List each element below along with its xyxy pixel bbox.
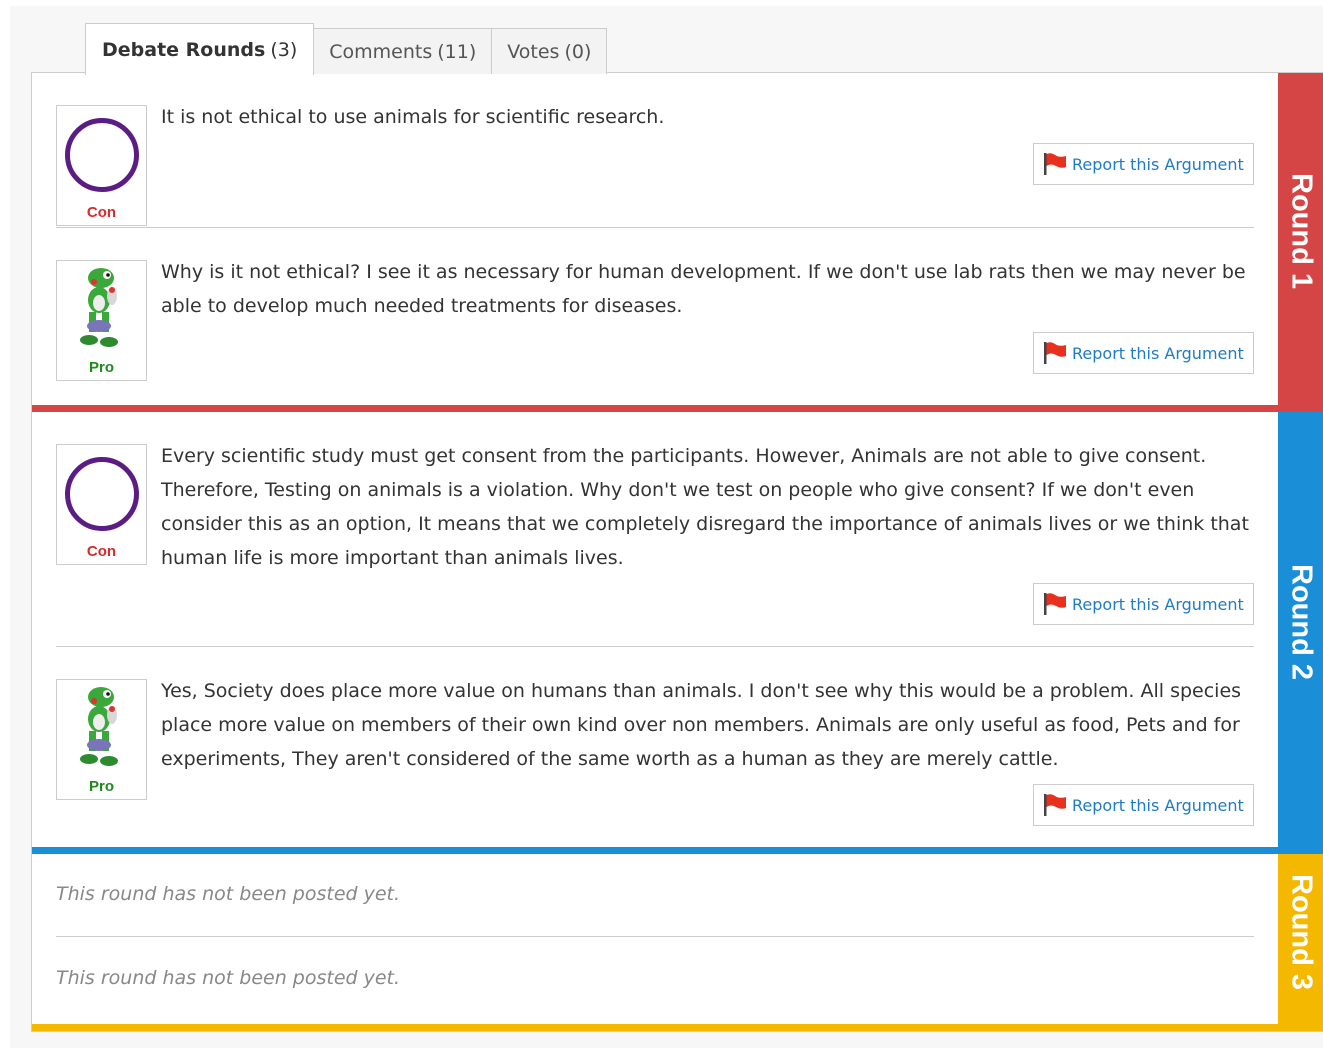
round-3: This round has not been posted yet. This…	[32, 854, 1323, 1031]
round-label: Round 1	[1285, 173, 1318, 289]
flag-icon	[1044, 794, 1066, 816]
avatar[interactable]: Pro	[56, 679, 147, 800]
round-empty-message: This round has not been posted yet.	[56, 967, 401, 989]
side-label-con: Con	[86, 204, 117, 221]
round-empty-message: This round has not been posted yet.	[56, 883, 401, 905]
argument-pro: Pro Why is it not ethical? I see it as n…	[56, 260, 1254, 400]
report-argument-label: Report this Argument	[1072, 343, 1244, 363]
round-3-label-bar: Round 3	[1278, 854, 1323, 1031]
round-3-bar	[32, 1024, 1278, 1031]
round-content: This round has not been posted yet. This…	[32, 854, 1278, 1031]
avatar[interactable]: Con	[56, 444, 147, 565]
round-content: Con It is not ethical to use animals for…	[32, 73, 1278, 412]
argument-pro: Pro Yes, Society does place more value o…	[56, 679, 1254, 849]
argument-con: Con It is not ethical to use animals for…	[56, 105, 1254, 245]
avatar-image	[57, 445, 146, 538]
avatar-image	[57, 680, 146, 773]
report-argument-button[interactable]: Report this Argument	[1033, 583, 1254, 625]
argument-text: Every scientific study must get consent …	[161, 445, 1249, 569]
argument-text: Why is it not ethical? I see it as neces…	[161, 261, 1246, 317]
avatar-image	[57, 106, 146, 199]
tab-count: (0)	[564, 40, 592, 63]
round-2-label-bar: Round 2	[1278, 412, 1323, 854]
report-argument-label: Report this Argument	[1072, 594, 1244, 614]
tab-count: (3)	[270, 38, 298, 61]
divider	[56, 227, 1254, 228]
tab-count: (11)	[437, 40, 477, 63]
debate-rounds-panel: Con It is not ethical to use animals for…	[31, 72, 1323, 1032]
round-label: Round 3	[1285, 874, 1318, 990]
report-argument-button[interactable]: Report this Argument	[1033, 143, 1254, 185]
yoshi-figure-icon	[79, 686, 118, 766]
side-label-pro: Pro	[88, 778, 114, 795]
purple-ring-icon	[64, 456, 139, 531]
flag-icon	[1044, 593, 1066, 615]
tab-label: Votes	[507, 40, 560, 63]
side-label-con: Con	[86, 543, 117, 560]
tab-bar: Debate Rounds (3) Comments (11) Votes (0…	[85, 22, 608, 75]
tab-debate-rounds[interactable]: Debate Rounds (3)	[85, 23, 315, 75]
report-argument-button[interactable]: Report this Argument	[1033, 332, 1254, 374]
round-content: Con Every scientific study must get cons…	[32, 412, 1278, 854]
round-1-label-bar: Round 1	[1278, 73, 1323, 412]
flag-icon	[1044, 342, 1066, 364]
round-2: Con Every scientific study must get cons…	[32, 412, 1323, 854]
report-argument-button[interactable]: Report this Argument	[1033, 784, 1254, 826]
round-label: Round 2	[1285, 564, 1318, 680]
report-argument-label: Report this Argument	[1072, 795, 1244, 815]
round-1: Con It is not ethical to use animals for…	[32, 73, 1323, 412]
round-1-bar	[32, 405, 1278, 412]
purple-ring-icon	[64, 117, 139, 192]
avatar[interactable]: Con	[56, 105, 147, 226]
divider	[56, 646, 1254, 647]
tab-label: Comments	[329, 40, 433, 63]
tab-comments[interactable]: Comments (11)	[313, 28, 493, 74]
yoshi-figure-icon	[79, 267, 118, 347]
argument-text: Yes, Society does place more value on hu…	[161, 680, 1242, 770]
argument-text: It is not ethical to use animals for sci…	[161, 106, 665, 128]
tab-votes[interactable]: Votes (0)	[491, 28, 608, 74]
avatar-image	[57, 261, 146, 354]
round-2-bar	[32, 847, 1278, 854]
flag-icon	[1044, 153, 1066, 175]
tab-label: Debate Rounds	[102, 38, 266, 61]
report-argument-label: Report this Argument	[1072, 154, 1244, 174]
divider	[56, 936, 1254, 937]
argument-con: Con Every scientific study must get cons…	[56, 444, 1254, 644]
avatar[interactable]: Pro	[56, 260, 147, 381]
side-label-pro: Pro	[88, 359, 114, 376]
